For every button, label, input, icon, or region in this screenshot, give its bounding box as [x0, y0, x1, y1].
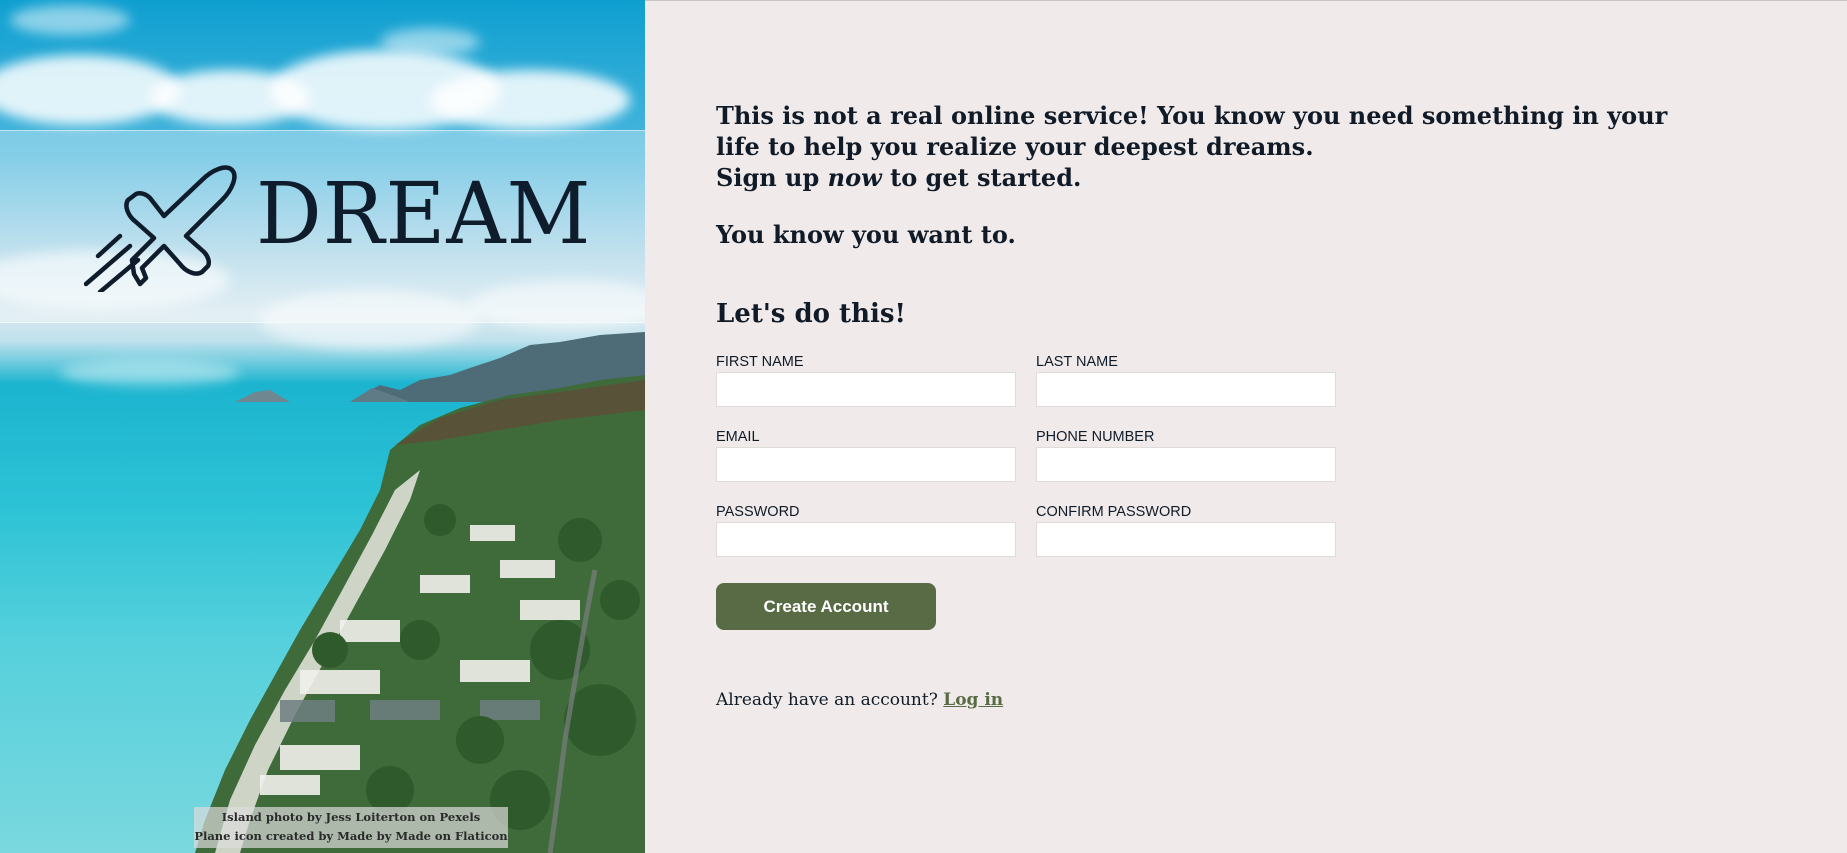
create-account-button[interactable]: Create Account [716, 583, 936, 630]
intro-line-2-after: to get started. [881, 163, 1082, 192]
top-divider [645, 0, 1847, 1]
intro-line-1: This is not a real online service! You k… [716, 101, 1668, 161]
photo-credit: Island photo by Jess Loiterton on Pexels [221, 810, 481, 824]
phone-input[interactable] [1036, 447, 1336, 482]
last-name-label: LAST NAME [1036, 354, 1118, 370]
icon-credit: Plane icon created by Made by Made on Fl… [194, 829, 508, 843]
tagline: You know you want to. [716, 220, 1016, 249]
form-title: Let's do this! [716, 299, 906, 329]
island-illustration [195, 375, 645, 853]
login-link[interactable]: Log in [943, 690, 1003, 710]
password-label: PASSWORD [716, 504, 800, 520]
intro-emphasis: now [827, 163, 882, 192]
confirm-password-label: CONFIRM PASSWORD [1036, 504, 1192, 520]
email-group: EMAIL [716, 428, 1016, 482]
login-prompt: Already have an account? Log in [716, 690, 1003, 710]
intro-line-2-before: Sign up [716, 163, 828, 192]
last-name-group: LAST NAME [1036, 353, 1336, 407]
first-name-input[interactable] [716, 372, 1016, 407]
phone-group: PHONE NUMBER [1036, 428, 1336, 482]
last-name-input[interactable] [1036, 372, 1336, 407]
phone-label: PHONE NUMBER [1036, 429, 1155, 445]
first-name-group: FIRST NAME [716, 353, 1016, 407]
login-prompt-text: Already have an account? [716, 690, 938, 710]
signup-content: This is not a real online service! You k… [716, 100, 1816, 710]
email-input[interactable] [716, 447, 1016, 482]
image-credits: Island photo by Jess Loiterton on Pexels… [194, 807, 508, 848]
email-label: EMAIL [716, 429, 760, 445]
confirm-password-input[interactable] [1036, 522, 1336, 557]
password-input[interactable] [716, 522, 1016, 557]
plane-icon [84, 165, 237, 292]
hero-panel: DREAM Island photo by Jess Loiterton on … [0, 0, 645, 853]
first-name-label: FIRST NAME [716, 354, 804, 370]
intro-text: This is not a real online service! You k… [716, 100, 1696, 193]
logo-text: DREAM [256, 165, 592, 264]
confirm-password-group: CONFIRM PASSWORD [1036, 503, 1336, 557]
password-group: PASSWORD [716, 503, 1016, 557]
